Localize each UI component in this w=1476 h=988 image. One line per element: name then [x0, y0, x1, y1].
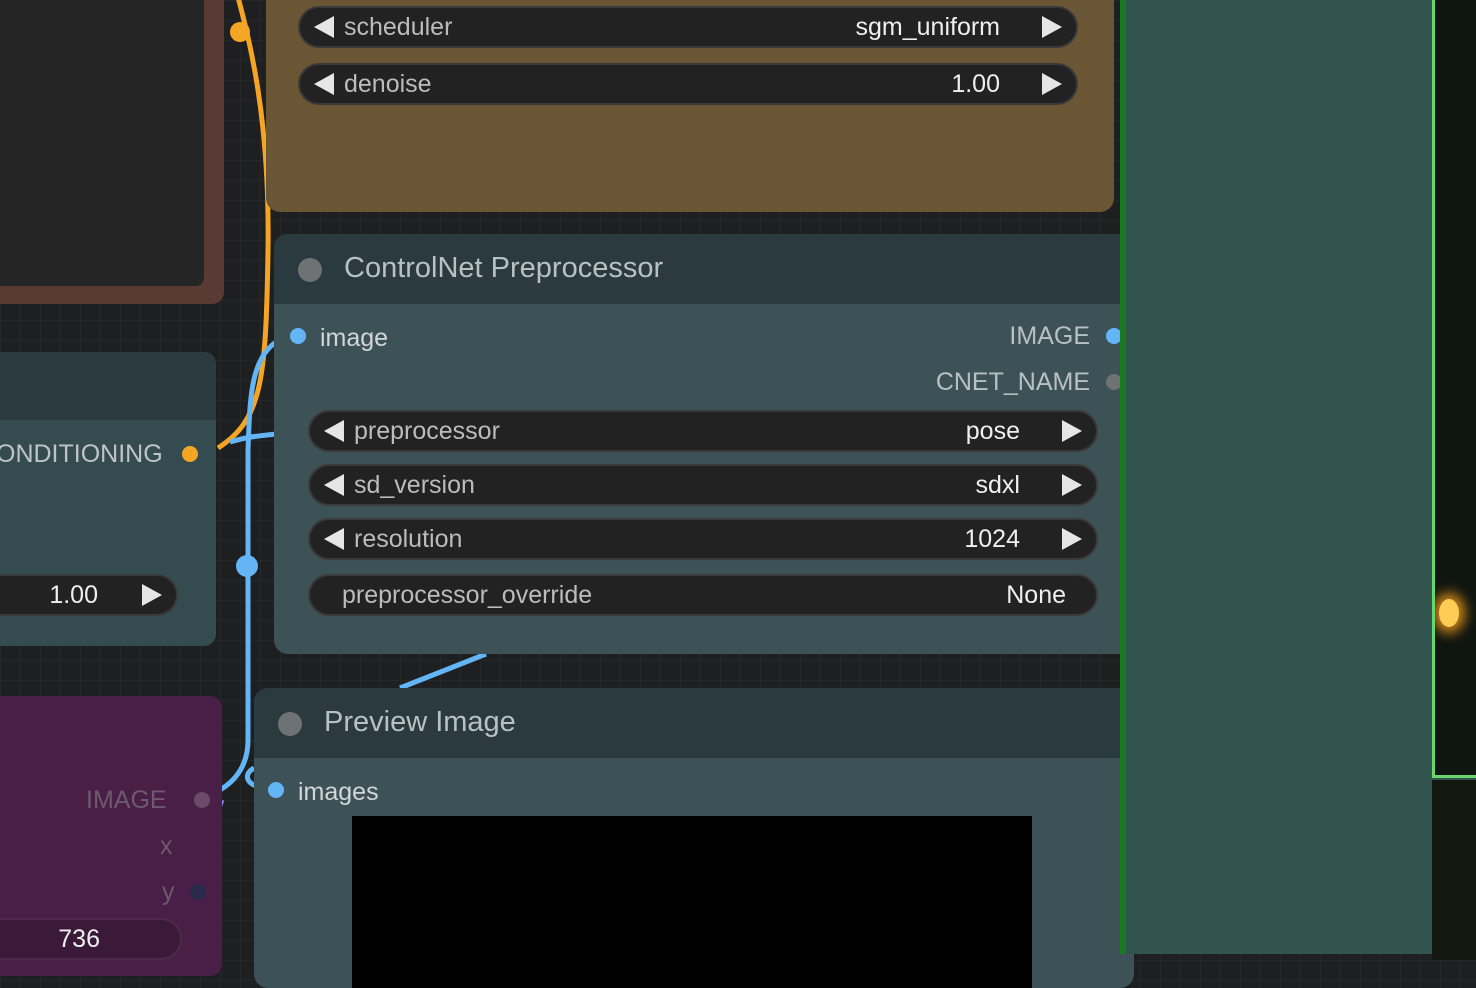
ksampler-node[interactable]: scheduler sgm_uniform denoise 1.00 — [266, 0, 1114, 212]
preview-node-title: Preview Image — [324, 706, 516, 738]
collapse-dot-icon[interactable] — [278, 712, 302, 736]
preview-wire — [399, 651, 487, 691]
conditioning-output-label: ONDITIONING — [0, 440, 163, 468]
left-node-conditioning[interactable]: ONDITIONING 1.00 — [0, 352, 216, 646]
left-node-brown[interactable] — [0, 0, 224, 304]
denoise-value: 1.00 — [951, 69, 1000, 98]
image-input-label: image — [320, 324, 389, 352]
thumbnail-light-spot — [1439, 599, 1459, 627]
cnet-name-output-label: CNET_NAME — [935, 368, 1090, 396]
preview-image-area — [352, 816, 1032, 988]
denoise-label: denoise — [344, 69, 432, 98]
decrement-arrow-icon[interactable] — [314, 16, 334, 38]
preview-image-node[interactable]: Preview Image images — [254, 688, 1134, 988]
conditioning-output-slot[interactable] — [182, 446, 198, 462]
x-output-label: x — [160, 832, 173, 860]
collapse-dot-icon[interactable] — [298, 258, 322, 282]
increment-arrow-icon[interactable] — [142, 584, 162, 606]
scheduler-value: sgm_uniform — [855, 12, 1001, 41]
scheduler-widget[interactable]: scheduler sgm_uniform — [298, 6, 1078, 48]
left-node-purple[interactable]: IMAGE x y 736 — [0, 696, 222, 976]
purple-value: 736 — [58, 924, 100, 953]
sd-version-value: sdxl — [975, 470, 1020, 499]
controlnet-preprocessor-node[interactable]: ControlNet Preprocessor image IMAGE CNET… — [274, 234, 1134, 654]
increment-arrow-icon[interactable] — [1062, 420, 1082, 442]
sd-version-label: sd_version — [354, 470, 475, 499]
sd-version-widget[interactable]: sd_version sdxl — [308, 464, 1098, 506]
increment-arrow-icon[interactable] — [1062, 528, 1082, 550]
resolution-widget[interactable]: resolution 1024 — [308, 518, 1098, 560]
y-output-slot[interactable] — [190, 884, 206, 900]
strength-widget[interactable]: 1.00 — [0, 574, 178, 616]
preview-node-header[interactable]: Preview Image — [254, 688, 1134, 758]
preprocessor-value: pose — [965, 416, 1020, 445]
controlnet-node-header[interactable]: ControlNet Preprocessor — [274, 234, 1134, 304]
resolution-value: 1024 — [964, 524, 1020, 553]
images-input-slot[interactable] — [268, 782, 284, 798]
image-thumbnail[interactable] — [1432, 0, 1476, 778]
decrement-arrow-icon[interactable] — [324, 474, 344, 496]
strength-value: 1.00 — [49, 580, 98, 609]
left-node-brown-body — [0, 0, 204, 286]
controlnet-node-title: ControlNet Preprocessor — [344, 252, 664, 284]
preprocessor-label: preprocessor — [354, 416, 500, 445]
conditioning-wire — [216, 0, 271, 451]
preprocessor-override-label: preprocessor_override — [342, 580, 593, 609]
image-output-slot[interactable] — [194, 792, 210, 808]
image-input-slot[interactable] — [290, 328, 306, 344]
resolution-label: resolution — [354, 524, 463, 553]
scheduler-label: scheduler — [344, 12, 453, 41]
wire-reroute-dot-blue — [236, 555, 258, 577]
image-output-label: IMAGE — [86, 786, 167, 814]
image-output-label: IMAGE — [1009, 322, 1090, 350]
image-thumbnail-lower[interactable] — [1432, 780, 1476, 960]
increment-arrow-icon[interactable] — [1062, 474, 1082, 496]
images-input-label: images — [298, 778, 379, 806]
group-panel[interactable] — [1126, 0, 1476, 954]
preprocessor-widget[interactable]: preprocessor pose — [308, 410, 1098, 452]
denoise-widget[interactable]: denoise 1.00 — [298, 63, 1078, 105]
increment-arrow-icon[interactable] — [1042, 16, 1062, 38]
decrement-arrow-icon[interactable] — [314, 73, 334, 95]
decrement-arrow-icon[interactable] — [324, 528, 344, 550]
y-output-label: y — [162, 878, 175, 906]
increment-arrow-icon[interactable] — [1042, 73, 1062, 95]
left-node-conditioning-header — [0, 352, 216, 420]
decrement-arrow-icon[interactable] — [324, 420, 344, 442]
preprocessor-override-value: None — [1006, 580, 1066, 609]
wire-reroute-dot — [230, 22, 250, 42]
preprocessor-override-widget[interactable]: preprocessor_override None — [308, 574, 1098, 616]
